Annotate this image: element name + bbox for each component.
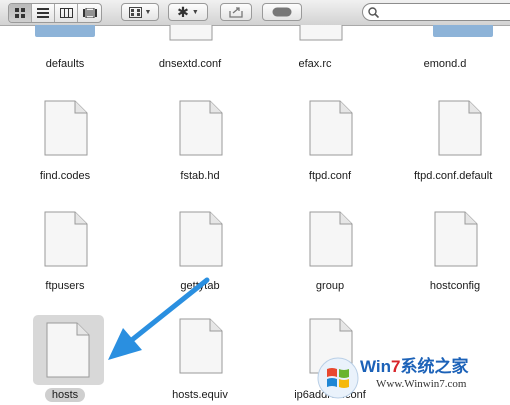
file-name: hosts xyxy=(44,388,86,402)
chevron-down-icon: ▼ xyxy=(191,8,199,16)
finder-toolbar: ▼ ✱ ▼ xyxy=(0,0,510,26)
file-name: dnsextd.conf xyxy=(158,58,222,70)
document-icon xyxy=(179,100,223,156)
folder-icon xyxy=(433,25,493,37)
document-icon xyxy=(179,211,223,267)
brand-suffix: 系统之家 xyxy=(400,357,469,376)
arrange-button[interactable]: ▼ xyxy=(121,3,159,21)
file-name: fstab.hd xyxy=(180,170,220,182)
chevron-down-icon: ▼ xyxy=(144,8,152,16)
document-icon xyxy=(179,318,223,374)
gear-icon: ✱ xyxy=(177,3,189,20)
document-icon xyxy=(169,25,213,41)
file-name: ftpd.conf.default xyxy=(414,170,493,182)
folder-icon xyxy=(35,25,95,37)
document-icon xyxy=(438,100,482,156)
grid-icon xyxy=(14,8,25,18)
list-view-button[interactable] xyxy=(32,4,55,22)
columns-icon xyxy=(59,8,73,18)
tag-toggle-button[interactable] xyxy=(262,3,302,21)
watermark: Win7系统之家 Www.Winwin7.com xyxy=(312,348,510,405)
view-mode-segmented-control xyxy=(8,3,102,23)
share-button[interactable] xyxy=(220,3,252,21)
arrange-grid-icon xyxy=(128,6,142,18)
file-name: efax.rc xyxy=(298,58,332,70)
file-name: group xyxy=(315,280,345,292)
toggle-pill-icon xyxy=(272,7,292,17)
brand-prefix: Win xyxy=(360,357,392,376)
share-icon xyxy=(229,7,243,18)
action-button[interactable]: ✱ ▼ xyxy=(168,3,208,21)
column-view-button[interactable] xyxy=(55,4,78,22)
document-icon xyxy=(309,100,353,156)
windows-logo-icon xyxy=(317,357,359,399)
watermark-url: Www.Winwin7.com xyxy=(376,378,467,390)
file-name: emond.d xyxy=(423,58,467,70)
file-name: hosts.equiv xyxy=(172,389,228,401)
coverflow-icon xyxy=(82,8,97,18)
watermark-brand: Win7系统之家 xyxy=(360,352,468,377)
search-input[interactable] xyxy=(383,5,510,19)
document-icon xyxy=(299,25,343,41)
file-name: defaults xyxy=(45,58,85,70)
icon-view-button[interactable] xyxy=(9,4,32,22)
search-field[interactable] xyxy=(362,3,510,21)
file-name: hostconfig xyxy=(429,280,481,292)
document-icon xyxy=(434,211,478,267)
document-icon xyxy=(46,322,90,378)
file-name: gettytab xyxy=(180,280,220,292)
document-icon xyxy=(44,100,88,156)
file-name: find.codes xyxy=(39,170,91,182)
document-icon xyxy=(44,211,88,267)
coverflow-view-button[interactable] xyxy=(78,4,101,22)
document-icon xyxy=(309,211,353,267)
file-name: ftpusers xyxy=(45,280,85,292)
search-icon xyxy=(368,7,379,18)
file-name: ftpd.conf xyxy=(308,170,352,182)
list-icon xyxy=(37,8,49,18)
